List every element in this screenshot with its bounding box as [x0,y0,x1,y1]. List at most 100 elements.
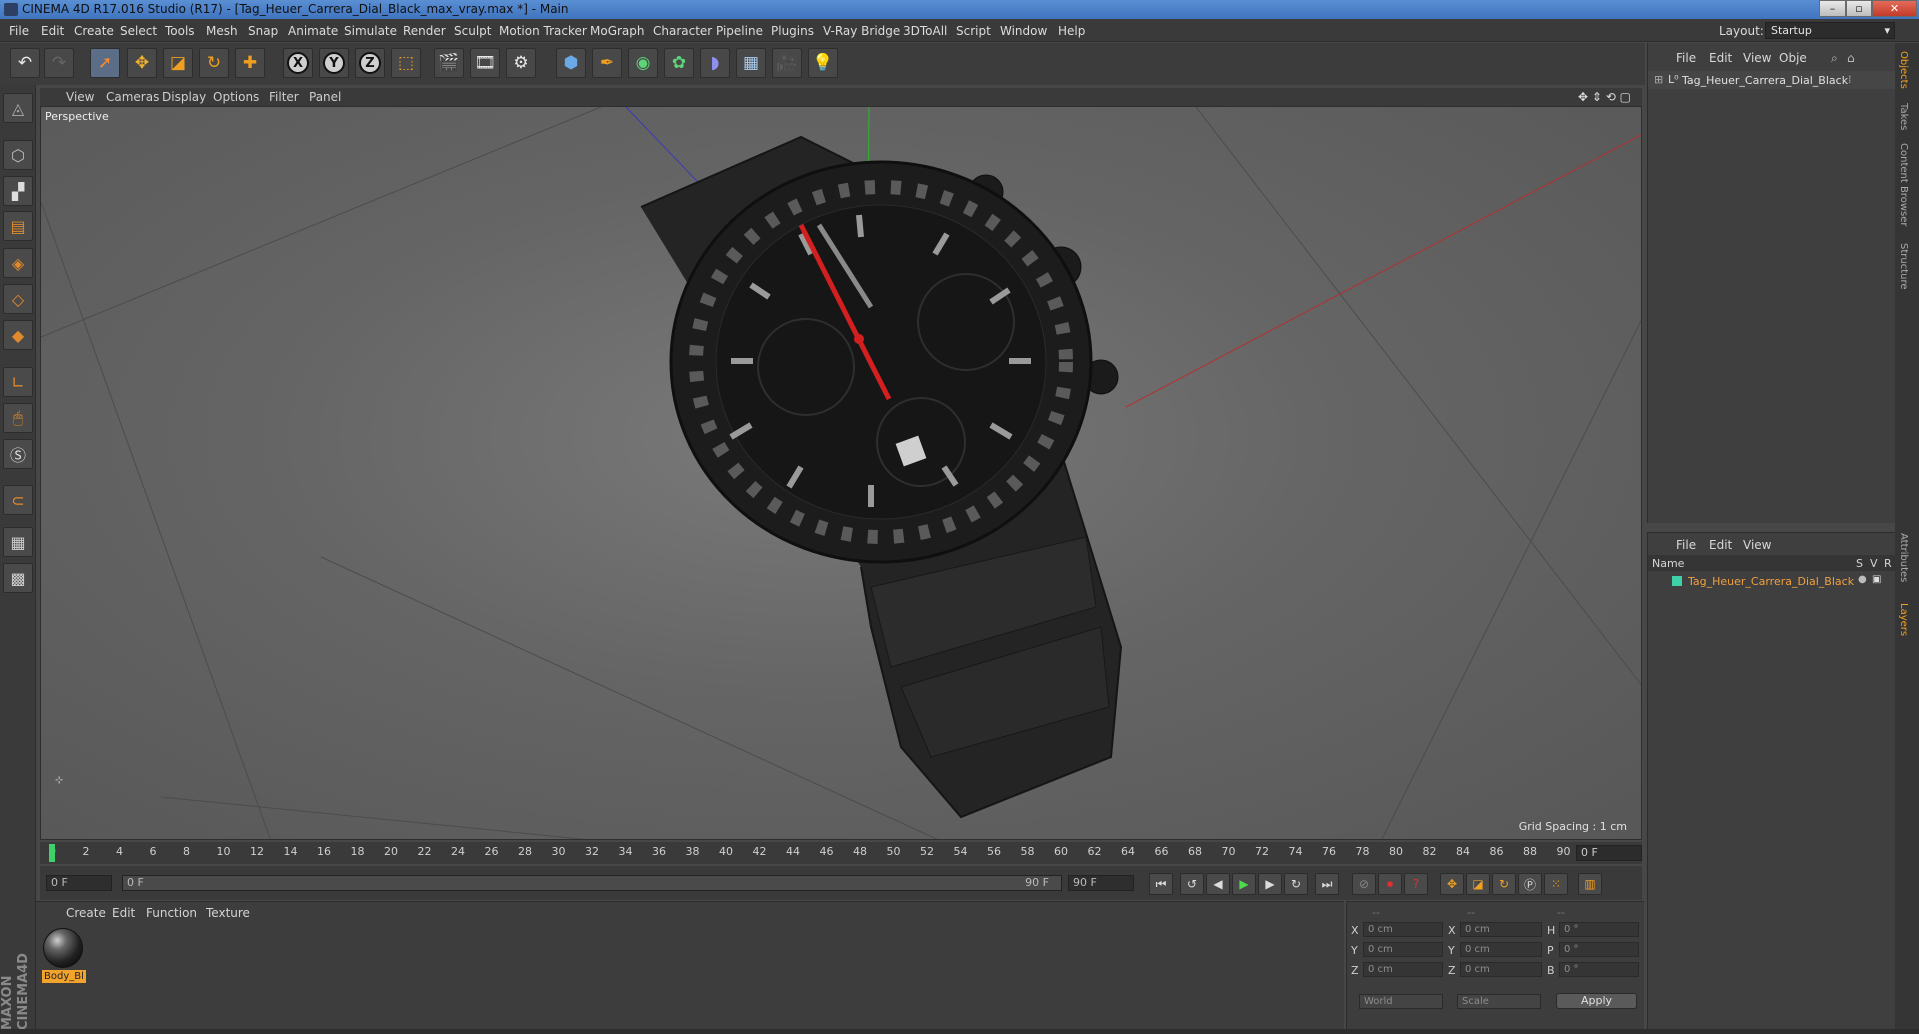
goto-next-key-button[interactable]: ↻ [1284,873,1308,895]
menu-3dtoall[interactable]: 3DToAll [903,24,947,38]
viewport-menu-panel[interactable]: Panel [309,90,341,104]
rotation-b-field[interactable]: 0 ° [1559,962,1639,977]
tab-attributes[interactable]: Attributes [1898,533,1909,582]
home-icon[interactable]: ⌂ [1847,51,1855,65]
menu-create[interactable]: Create [74,24,114,38]
position-z-field[interactable]: 0 cm [1363,962,1443,977]
object-menu-view[interactable]: View [1743,51,1771,65]
end-frame-field[interactable]: 90 F [1068,875,1134,891]
viewport-nav-icon[interactable]: ✥ ⇕ ⟲ ▢ [1578,90,1631,104]
material-name[interactable]: Body_Bl [42,970,86,983]
material-menu-function[interactable]: Function [146,906,197,920]
layer-menu-edit[interactable]: Edit [1709,538,1732,552]
apply-button[interactable]: Apply [1556,993,1637,1009]
perspective-viewport[interactable]: Perspective Grid Spacing : 1 cm ⊹ [40,106,1642,840]
menu-mograph[interactable]: MoGraph [590,24,645,38]
object-name[interactable]: Tag_Heuer_Carrera_Dial_Black [1682,74,1848,87]
tab-objects[interactable]: Objects [1898,51,1909,89]
viewport-menu-display[interactable]: Display [162,90,206,104]
menu-character[interactable]: Character [653,24,712,38]
menu-mesh[interactable]: Mesh [206,24,238,38]
timeline-ruler[interactable]: 0246810121416182022242628303234363840424… [40,842,1642,864]
menu-tools[interactable]: Tools [165,24,195,38]
object-menu-file[interactable]: File [1676,51,1696,65]
rotate-button[interactable]: ↻ [199,48,229,78]
axis-mode-button[interactable]: ∟ [3,367,33,397]
menu-vray-bridge[interactable]: V-Ray Bridge [823,24,900,38]
key-parameter-button[interactable]: Ⓟ [1518,873,1542,895]
record-button[interactable]: ⏺ [1378,873,1402,895]
object-menu-edit[interactable]: Edit [1709,51,1732,65]
material-thumbnail[interactable] [43,928,83,968]
tab-content-browser[interactable]: Content Browser [1898,143,1909,226]
tab-takes[interactable]: Takes [1898,103,1909,130]
rotation-p-field[interactable]: 0 ° [1559,942,1639,957]
timeline-window-button[interactable]: ▥ [1578,873,1602,895]
menu-sculpt[interactable]: Sculpt [454,24,491,38]
menu-script[interactable]: Script [956,24,991,38]
layer-menu-view[interactable]: View [1743,538,1771,552]
material-menu-texture[interactable]: Texture [206,906,250,920]
points-mode-button[interactable]: ◈ [3,248,33,278]
layout-select[interactable]: Startup ▾ [1765,22,1895,39]
undo-button[interactable]: ↶ [10,48,40,78]
layer-menu-file[interactable]: File [1676,538,1696,552]
layer-name[interactable]: Tag_Heuer_Carrera_Dial_Black [1688,575,1854,588]
z-axis-button[interactable]: Z [355,48,385,78]
render-picture-viewer-button[interactable]: 🎞 [470,48,500,78]
polygons-mode-button[interactable]: ◆ [3,320,33,350]
menu-edit[interactable]: Edit [41,24,64,38]
size-y-field[interactable]: 0 cm [1460,942,1542,957]
move-button[interactable]: ✥ [127,48,157,78]
y-axis-button[interactable]: Y [319,48,349,78]
snap-button[interactable]: ⊂ [3,485,33,515]
object-row[interactable]: ⊞ L⁰ Tag_Heuer_Carrera_Dial_Black ⁞ [1648,71,1896,89]
close-button[interactable]: ✕ [1872,0,1917,17]
light-button[interactable]: 💡 [808,48,838,78]
workplane-button[interactable]: ▤ [3,211,33,241]
transform-button[interactable]: ✚ [235,48,265,78]
tab-structure[interactable]: Structure [1898,243,1909,290]
key-position-button[interactable]: ✥ [1440,873,1464,895]
rotation-h-field[interactable]: 0 ° [1559,922,1639,937]
model-mode-button[interactable]: ⬡ [3,140,33,170]
solo-button[interactable]: Ⓢ [3,439,33,469]
record-off-button[interactable]: ⊘ [1352,873,1376,895]
cube-button[interactable]: ⬢ [556,48,586,78]
menu-file[interactable]: File [9,24,29,38]
key-rotation-button[interactable]: ↻ [1492,873,1516,895]
goto-start-button[interactable]: ⏮ [1149,873,1173,895]
material-menu-create[interactable]: Create [66,906,106,920]
deformer-button[interactable]: ◗ [700,48,730,78]
step-forward-button[interactable]: ▶ [1258,873,1282,895]
array-button[interactable]: ✿ [664,48,694,78]
camera-button[interactable]: 🎥 [772,48,802,78]
spline-pen-button[interactable]: ✒ [592,48,622,78]
live-selection-button[interactable]: ➚ [90,48,120,78]
menu-motion-tracker[interactable]: Motion Tracker [499,24,587,38]
autokey-button[interactable]: ? [1404,873,1428,895]
key-scale-button[interactable]: ◪ [1466,873,1490,895]
menu-simulate[interactable]: Simulate [344,24,397,38]
tweak-mode-button[interactable]: 🖱 [3,403,33,433]
make-editable-button[interactable]: ◬ [3,93,33,123]
size-x-field[interactable]: 0 cm [1460,922,1542,937]
layer-solo-icon[interactable]: ● [1858,574,1867,585]
search-icon[interactable]: ⌕ [1831,51,1838,66]
floor-button[interactable]: ▦ [736,48,766,78]
scale-button[interactable]: ◪ [163,48,193,78]
start-frame-field[interactable]: 0 F [46,875,112,891]
position-y-field[interactable]: 0 cm [1363,942,1443,957]
minimize-button[interactable]: – [1819,0,1846,17]
layer-visible-icon[interactable]: ▣ [1872,574,1881,585]
coord-mode-select[interactable]: World [1359,994,1443,1009]
goto-prev-key-button[interactable]: ↺ [1180,873,1204,895]
viewport-menu-view[interactable]: View [66,90,94,104]
lock-workplane-button[interactable]: ▦ [3,527,33,557]
play-button[interactable]: ▶ [1232,873,1256,895]
object-menu-objects[interactable]: Obje [1779,51,1807,65]
edges-mode-button[interactable]: ◇ [3,284,33,314]
subdivision-button[interactable]: ◉ [628,48,658,78]
texture-mode-button[interactable]: ▞ [3,176,33,206]
coordinate-system-button[interactable]: ⬚ [391,48,421,78]
